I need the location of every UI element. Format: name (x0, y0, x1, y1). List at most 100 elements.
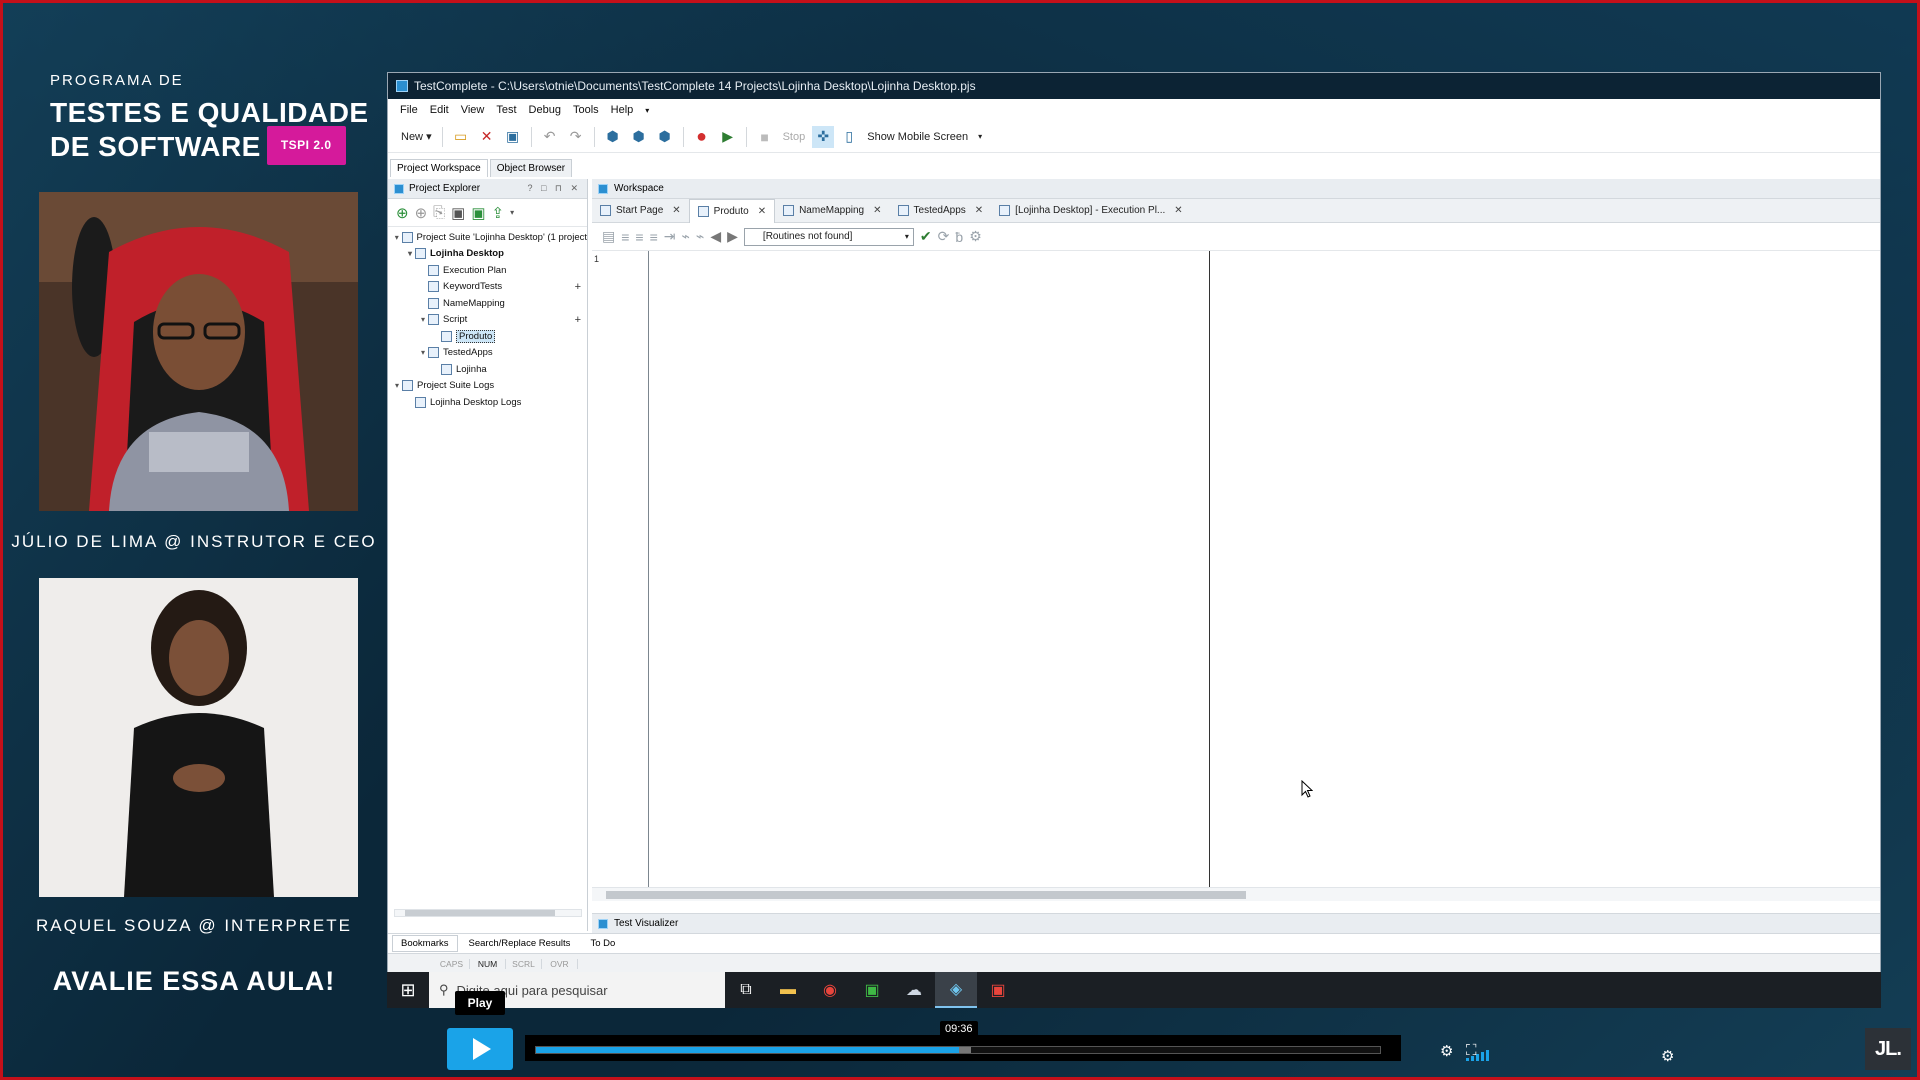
chrome-icon[interactable]: ◉ (809, 972, 851, 1008)
scroll-thumb[interactable] (606, 891, 1246, 899)
comment-icon[interactable]: ⌁ (681, 228, 689, 245)
code-editor[interactable]: 1 (592, 251, 1880, 901)
menu-view[interactable]: View (461, 104, 485, 116)
add-child-plus-icon[interactable]: + (575, 281, 581, 293)
uncomment-icon[interactable]: ⌁ (696, 228, 704, 245)
add-existing-item-icon[interactable]: ⬢ (628, 126, 650, 148)
back-arrow-icon[interactable]: ◀ (710, 228, 721, 245)
tree-expand-chevron-icon[interactable]: ▾ (405, 249, 415, 258)
camtasia-recorder-icon[interactable]: ▣ (977, 972, 1019, 1008)
tree-node[interactable]: ▾ Script + (388, 312, 587, 329)
explorer-hscrollbar[interactable] (394, 909, 582, 917)
menu-overflow-chevron-icon[interactable]: ▾ (645, 106, 649, 115)
settings-gear-icon[interactable]: ⚙ (1661, 1047, 1674, 1065)
save-item-icon[interactable]: ▣ (451, 204, 465, 222)
document-tab[interactable]: Produto ✕ (688, 198, 776, 223)
tree-node[interactable]: Lojinha Desktop Logs (388, 394, 587, 411)
play-button[interactable] (447, 1028, 513, 1070)
tree-expand-chevron-icon[interactable]: ▾ (418, 348, 428, 357)
align-right-icon[interactable]: ≡ (635, 229, 643, 245)
tree-node[interactable]: ▾ Project Suite Logs (388, 378, 587, 395)
tree-expand-chevron-icon[interactable]: ▾ (418, 315, 428, 324)
scroll-thumb[interactable] (405, 910, 555, 916)
mobile-screen-chevron-down-icon[interactable]: ▾ (975, 132, 985, 141)
add-project-item-icon[interactable]: ⬢ (602, 126, 624, 148)
tree-node[interactable]: ▾ Project Suite 'Lojinha Desktop' (1 proj… (388, 229, 587, 246)
open-project-icon[interactable]: ▭ (450, 126, 472, 148)
menu-test[interactable]: Test (496, 104, 516, 116)
close-tab-icon[interactable]: ✕ (873, 205, 881, 216)
tab-to-do[interactable]: To Do (581, 935, 624, 952)
workspace-tabs: Project Workspace Object Browser (388, 153, 1880, 177)
settings-gear-icon[interactable]: ⚙ (1440, 1042, 1453, 1060)
run-routine-icon[interactable]: ▤ (602, 228, 615, 245)
align-left-icon[interactable]: ≡ (621, 229, 629, 245)
tree-node[interactable]: Lojinha (388, 361, 587, 378)
app-cloud-icon[interactable]: ☁ (893, 972, 935, 1008)
indent-icon[interactable]: ⇥ (664, 228, 676, 245)
camtasia-icon[interactable]: ▣ (851, 972, 893, 1008)
document-tab[interactable]: Start Page ✕ (592, 199, 689, 223)
editor-settings-icon[interactable]: ⚙ (969, 228, 982, 245)
menu-help[interactable]: Help (611, 104, 634, 116)
show-mobile-screen-button[interactable]: Show Mobile Screen (864, 131, 971, 143)
pane-controls[interactable]: ? □ ⊓ ✕ (527, 183, 581, 194)
close-tab-icon[interactable]: ✕ (975, 205, 983, 216)
object-spy-icon[interactable]: ✜ (812, 125, 835, 148)
redo-icon[interactable]: ↷ (565, 126, 587, 148)
run-project-icon[interactable]: ▶ (717, 126, 739, 148)
stop-button-label[interactable]: Stop (780, 131, 809, 143)
tree-node[interactable]: KeywordTests + (388, 279, 587, 296)
tab-bookmarks[interactable]: Bookmarks (392, 935, 458, 952)
code-block-icon[interactable]: ƀ (955, 229, 963, 245)
tree-node[interactable]: ▾ TestedApps (388, 345, 587, 362)
rate-lesson-cta[interactable]: AVALIE ESSA AULA! (0, 966, 388, 997)
document-tab[interactable]: TestedApps ✕ (890, 199, 992, 223)
add-existing-file-icon[interactable]: ⊕ (415, 204, 428, 222)
copy-item-icon[interactable]: ⎘ (433, 204, 445, 221)
seek-bar[interactable] (535, 1046, 1381, 1054)
add-new-item-icon[interactable]: ⊕ (396, 204, 409, 222)
tab-object-browser[interactable]: Object Browser (489, 159, 573, 177)
tree-expand-chevron-icon[interactable]: ▾ (392, 381, 402, 390)
run-item-icon[interactable]: ▣ (471, 204, 485, 222)
routines-dropdown[interactable]: [Routines not found] ▾ (743, 227, 914, 246)
run-focused-icon[interactable]: ⇪ (492, 204, 505, 222)
undo-icon[interactable]: ↶ (539, 126, 561, 148)
mobile-screen-icon[interactable]: ▯ (838, 126, 860, 148)
project-properties-icon[interactable]: ⬢ (654, 126, 676, 148)
justify-icon[interactable]: ≡ (650, 229, 658, 245)
check-syntax-icon[interactable]: ✔ (920, 228, 932, 245)
explorer-more-chevron-icon[interactable]: ▾ (510, 208, 514, 217)
document-tab[interactable]: NameMapping ✕ (775, 199, 889, 223)
tree-node[interactable]: ▾ Lojinha Desktop (388, 246, 587, 263)
task-view-icon[interactable]: ⧉ (725, 972, 767, 1008)
tree-expand-chevron-icon[interactable]: ▾ (392, 233, 402, 242)
new-button[interactable]: New ▾ (398, 130, 435, 143)
menu-edit[interactable]: Edit (430, 104, 449, 116)
tab-search-replace-results[interactable]: Search/Replace Results (460, 935, 580, 952)
tab-project-workspace[interactable]: Project Workspace (390, 159, 488, 177)
document-tab[interactable]: [Lojinha Desktop] - Execution Pl... ✕ (991, 199, 1190, 223)
menu-file[interactable]: File (400, 104, 418, 116)
file-explorer-icon[interactable]: ▬ (767, 972, 809, 1008)
fullscreen-icon[interactable]: ⛶ (1466, 1042, 1477, 1059)
menu-debug[interactable]: Debug (529, 104, 561, 116)
close-project-icon[interactable]: ✕ (476, 126, 498, 148)
tree-node[interactable]: Produto (388, 328, 587, 345)
record-icon[interactable]: ● (691, 126, 713, 148)
editor-hscrollbar[interactable] (592, 887, 1880, 901)
stop-icon[interactable]: ■ (754, 126, 776, 148)
testcomplete-taskbar-icon[interactable]: ◈ (935, 972, 977, 1008)
save-all-icon[interactable]: ▣ (502, 126, 524, 148)
tree-node[interactable]: Execution Plan (388, 262, 587, 279)
refresh-icon[interactable]: ⟳ (938, 228, 950, 245)
tree-node[interactable]: NameMapping (388, 295, 587, 312)
close-tab-icon[interactable]: ✕ (672, 205, 680, 216)
add-child-plus-icon[interactable]: + (575, 314, 581, 326)
forward-arrow-icon[interactable]: ▶ (727, 228, 738, 245)
menu-tools[interactable]: Tools (573, 104, 599, 116)
close-tab-icon[interactable]: ✕ (1174, 205, 1182, 216)
close-tab-icon[interactable]: ✕ (758, 206, 766, 217)
windows-start-icon[interactable]: ⊞ (387, 972, 429, 1008)
